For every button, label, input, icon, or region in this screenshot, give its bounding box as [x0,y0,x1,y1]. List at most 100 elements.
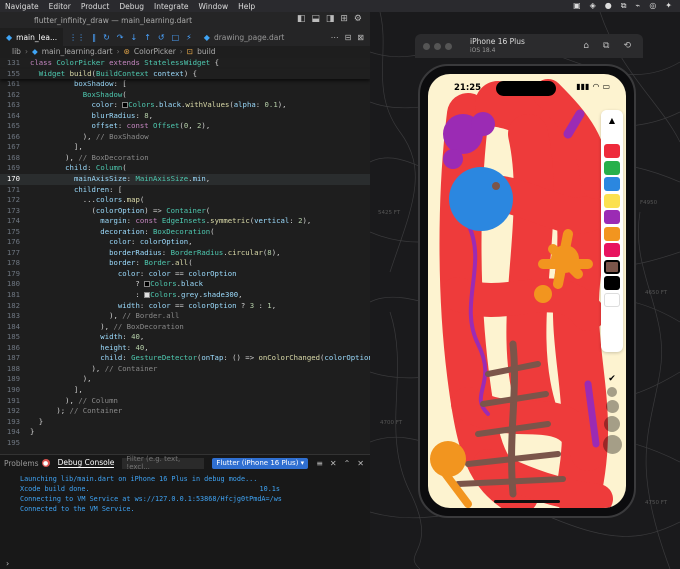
code-text[interactable]: ), // BoxDecoration [30,153,148,164]
code-line[interactable]: 131 class ColorPicker extends StatelessWi… [0,58,370,69]
code-text[interactable]: height: 40, [30,343,148,354]
line-number[interactable]: 163 [0,100,30,111]
code-text[interactable]: : Colors.grey.shade300, [30,290,242,301]
debug-step-over-icon[interactable]: ↻ [103,33,110,42]
breadcrumb-file[interactable]: main_learning.dart [42,47,113,56]
code-line[interactable]: 172 ...colors.map( [0,195,370,206]
debug-step-into-icon[interactable]: ↷ [117,33,124,42]
brush-size-option[interactable] [604,416,620,432]
code-line[interactable]: 174 margin: const EdgeInsets.symmetric(v… [0,216,370,227]
line-number[interactable]: 165 [0,121,30,132]
debug-pause-icon[interactable]: ‖ [92,33,96,42]
menu-debug[interactable]: Debug [114,2,149,11]
line-number[interactable]: 161 [0,79,30,90]
close-panel-icon[interactable]: ✕ [357,459,364,468]
code-text[interactable]: class ColorPicker extends StatelessWidge… [30,58,219,69]
code-line[interactable]: 171 children: [ [0,185,370,196]
color-swatch[interactable] [604,193,620,208]
tab-problems[interactable]: Problems ● [4,459,50,468]
code-line[interactable]: 191 ), // Column [0,396,370,407]
line-number[interactable]: 170 [0,174,30,185]
code-text[interactable]: color: color == colorOption [30,269,237,280]
line-number[interactable]: 193 [0,417,30,428]
code-line[interactable]: 164 blurRadius: 8, [0,111,370,122]
toggle-secondary-sidebar-icon[interactable]: ◨ [326,14,335,24]
line-number[interactable]: 175 [0,227,30,238]
code-line[interactable]: 165 offset: const Offset(0, 2), [0,121,370,132]
line-number[interactable]: 187 [0,353,30,364]
line-number[interactable]: 176 [0,237,30,248]
color-swatch[interactable] [604,259,620,274]
customize-layout-icon[interactable]: ⊞ [340,14,348,24]
close-console-icon[interactable]: ✕ [330,459,337,468]
line-number[interactable]: 180 [0,279,30,290]
code-line[interactable]: 175 decoration: BoxDecoration( [0,227,370,238]
line-number[interactable]: 172 [0,195,30,206]
code-text[interactable]: (colorOption) => Container( [30,206,211,217]
console-filter-input[interactable]: Filter (e.g. text, !excl... [122,455,205,471]
debug-session-select[interactable]: Flutter (iPhone 16 Plus) ▾ [212,457,309,469]
code-line[interactable]: 162 BoxShadow( [0,90,370,101]
code-text[interactable]: child: GestureDetector(onTap: () => onCo… [30,353,370,364]
code-text[interactable]: borderRadius: BorderRadius.circular(8), [30,248,280,259]
color-swatch[interactable] [604,276,620,290]
screenshot-icon[interactable]: ⧉ [603,41,609,51]
debug-restart-icon[interactable]: ↺ [158,33,165,42]
code-line[interactable]: 166 ), // BoxShadow [0,132,370,143]
code-text[interactable]: ? Colors.black [30,279,203,290]
tray-icon-7[interactable]: ✦ [665,1,672,11]
code-text[interactable]: ], [30,385,83,396]
tray-icon-5[interactable]: ⌁ [635,1,640,11]
drawing-canvas[interactable] [428,74,626,508]
code-text[interactable]: margin: const EdgeInsets.symmetric(verti… [30,216,311,227]
debug-stop-icon[interactable]: □ [172,33,180,42]
menu-help[interactable]: Help [233,2,260,11]
code-line[interactable]: 170 mainAxisSize: MainAxisSize.min, [0,174,370,185]
code-text[interactable]: boxShadow: [ [30,79,127,90]
minimize-window-button[interactable] [434,42,441,50]
line-number[interactable]: 189 [0,374,30,385]
code-line[interactable]: 167 ], [0,142,370,153]
code-text[interactable]: } [30,427,34,438]
tray-icon-2[interactable]: ◈ [590,1,596,11]
code-line[interactable]: 190 ], [0,385,370,396]
code-line[interactable]: 180 ? Colors.black [0,279,370,290]
code-text[interactable]: ), // BoxShadow [30,132,149,143]
rotate-icon[interactable]: ⟲ [623,41,631,51]
menu-editor[interactable]: Editor [44,2,76,11]
debug-drag-handle-icon[interactable]: ⋮⋮ [69,33,85,42]
line-number[interactable]: 181 [0,290,30,301]
menu-navigate[interactable]: Navigate [0,2,44,11]
debug-step-out-icon[interactable]: ↑ [144,33,151,42]
line-number[interactable]: 173 [0,206,30,217]
code-line[interactable]: 176 color: colorOption, [0,237,370,248]
code-line[interactable]: 178 border: Border.all( [0,258,370,269]
color-swatch[interactable] [604,210,620,224]
line-number[interactable]: 168 [0,153,30,164]
code-text[interactable]: ); // Container [30,406,122,417]
line-number[interactable]: 190 [0,385,30,396]
code-line[interactable]: 187 child: GestureDetector(onTap: () => … [0,353,370,364]
code-text[interactable]: width: color == colorOption ? 3 : 1, [30,301,276,312]
code-text[interactable]: Widget build(BuildContext context) { [30,69,197,80]
color-swatch[interactable] [604,226,620,241]
line-number[interactable]: 194 [0,427,30,438]
menu-integrate[interactable]: Integrate [149,2,194,11]
line-number[interactable]: 182 [0,301,30,312]
line-number[interactable]: 195 [0,438,30,448]
code-line[interactable]: 189 ), [0,374,370,385]
code-line[interactable]: 182 width: color == colorOption ? 3 : 1, [0,301,370,312]
code-text[interactable]: ), // BoxDecoration [30,322,184,333]
toggle-sidebar-icon[interactable]: ◧ [297,14,306,24]
clear-console-icon[interactable]: ≡ [316,459,323,468]
code-line[interactable]: 186 height: 40, [0,343,370,354]
code-line[interactable]: 169 child: Column( [0,163,370,174]
code-text[interactable]: ), // Container [30,364,158,375]
code-text[interactable]: ...colors.map( [30,195,145,206]
close-window-button[interactable] [423,42,430,50]
menu-product[interactable]: Product [76,2,114,11]
line-number[interactable]: 155 [0,69,30,80]
line-number[interactable]: 188 [0,364,30,375]
brush-size-option[interactable] [605,400,619,413]
color-swatch[interactable] [604,160,620,175]
